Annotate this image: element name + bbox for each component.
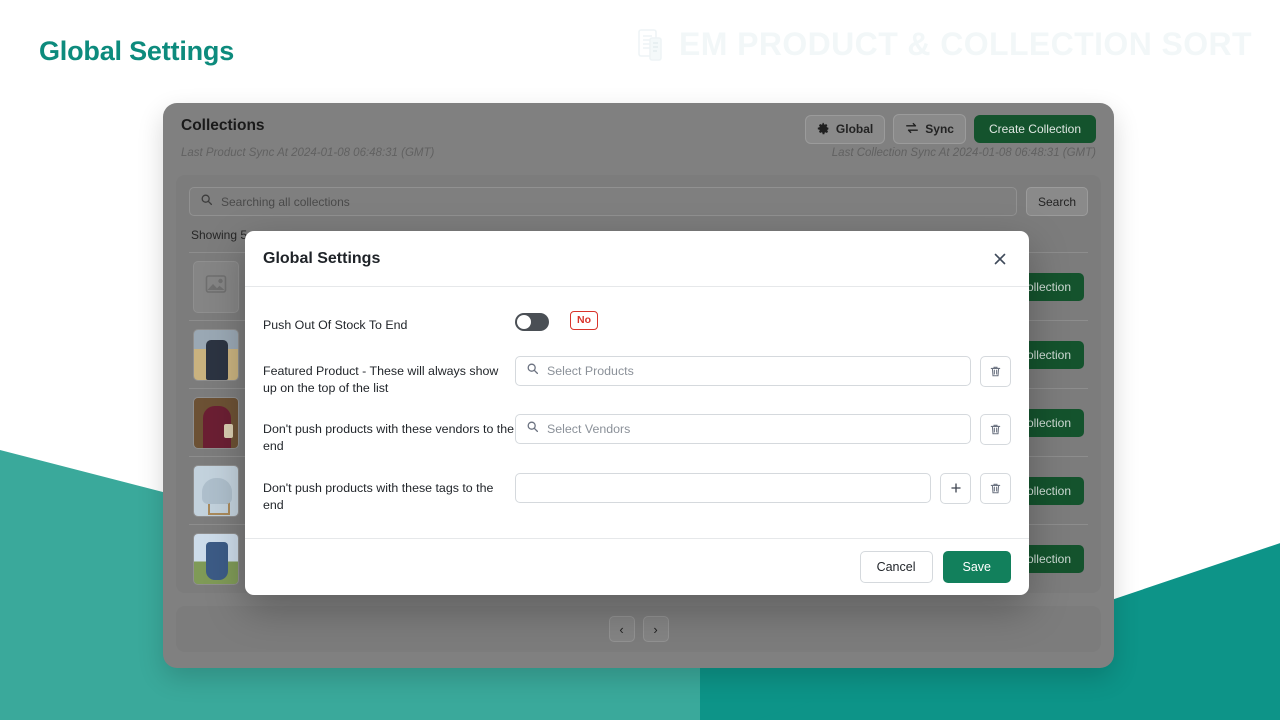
delete-featured-products-button[interactable] — [980, 356, 1011, 387]
sync-arrows-icon — [905, 121, 919, 137]
modal-title: Global Settings — [263, 249, 381, 267]
collection-thumbnail — [193, 328, 239, 381]
delete-vendors-button[interactable] — [980, 414, 1011, 446]
create-collection-button[interactable]: Create Collection — [973, 115, 1096, 143]
field-vendors: Don't push products with these vendors t… — [263, 405, 1011, 463]
cancel-button[interactable]: Cancel — [859, 551, 933, 584]
collection-sync-timestamp: Last Collection Sync At 2024-01-08 06:48… — [831, 147, 1096, 159]
document-list-icon — [637, 28, 665, 62]
pagination-prev-button[interactable]: ‹ — [608, 616, 635, 642]
field-control: Select Vendors — [515, 414, 1011, 446]
page-title: Global Settings — [39, 36, 235, 66]
gear-icon — [817, 122, 830, 137]
search-row: Searching all collections Search — [189, 187, 1088, 216]
field-label: Push Out Of Stock To End — [263, 318, 408, 332]
field-tags: Don't push products with these tags to t… — [263, 464, 1011, 522]
image-placeholder-icon — [204, 272, 228, 301]
search-icon — [200, 193, 213, 211]
field-push-out-of-stock: Push Out Of Stock To End No — [263, 301, 1011, 347]
app-screenshot: Global Settings EM PRODUCT & COLLECTION … — [0, 0, 1280, 720]
collection-thumbnail — [193, 396, 239, 449]
global-settings-button[interactable]: Global — [804, 114, 886, 144]
card-header: Collections Last Product Sync At 2024-01… — [163, 103, 1114, 159]
collection-thumbnail — [193, 533, 239, 585]
status-badge: No — [570, 311, 598, 330]
search-input-placeholder: Searching all collections — [221, 194, 350, 209]
select-vendors-input[interactable]: Select Vendors — [515, 414, 971, 445]
field-control: No — [515, 310, 1011, 331]
close-icon[interactable] — [989, 248, 1011, 270]
sync-button-label: Sync — [925, 122, 954, 136]
field-label: Don't push products with these tags to t… — [263, 480, 494, 512]
field-label: Don't push products with these vendors t… — [263, 422, 515, 454]
field-control: Select Products — [515, 356, 1011, 387]
field-label: Featured Product - These will always sho… — [263, 364, 499, 395]
global-settings-button-label: Global — [835, 122, 874, 136]
field-control — [515, 472, 1011, 504]
save-button[interactable]: Save — [942, 551, 1011, 584]
watermark: EM PRODUCT & COLLECTION SORT — [637, 26, 1252, 63]
select-vendors-placeholder: Select Vendors — [547, 422, 631, 437]
select-products-placeholder: Select Products — [547, 364, 634, 378]
field-featured-product: Featured Product - These will always sho… — [263, 347, 1011, 405]
toggle-knob — [517, 315, 531, 329]
collection-thumbnail — [193, 464, 239, 517]
tags-input[interactable] — [515, 472, 931, 503]
search-button[interactable]: Search — [1026, 187, 1088, 216]
global-settings-modal: Global Settings Push Out Of Stock To End… — [245, 231, 1029, 596]
modal-header: Global Settings — [245, 231, 1029, 287]
search-icon — [526, 420, 539, 438]
delete-tags-button[interactable] — [980, 472, 1011, 504]
search-icon — [526, 362, 539, 380]
select-products-input[interactable]: Select Products — [515, 356, 971, 386]
collection-thumbnail — [193, 260, 239, 313]
card-header-actions: Global Sync Create Collection — [804, 114, 1096, 144]
push-out-of-stock-toggle[interactable] — [515, 313, 549, 331]
search-input[interactable]: Searching all collections — [189, 187, 1017, 216]
sync-button[interactable]: Sync — [893, 114, 966, 144]
watermark-text: EM PRODUCT & COLLECTION SORT — [679, 26, 1252, 62]
create-collection-button-label: Create Collection — [988, 122, 1081, 136]
modal-body: Push Out Of Stock To End No Featured Pro… — [245, 287, 1029, 538]
modal-footer: Cancel Save — [245, 538, 1029, 595]
add-tag-button[interactable] — [940, 472, 971, 504]
pagination-next-button[interactable]: › — [642, 616, 669, 642]
pagination: ‹ › — [176, 606, 1101, 652]
